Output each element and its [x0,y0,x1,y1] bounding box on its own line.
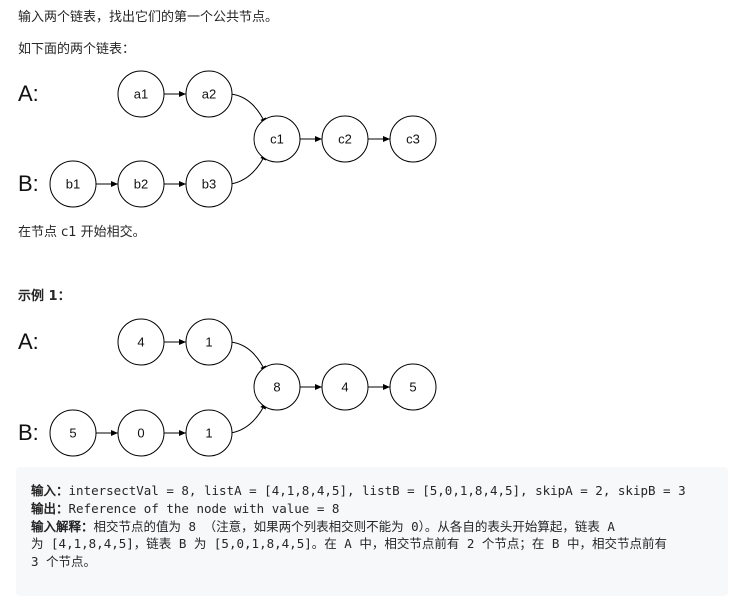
node-b-1: 0 [117,409,165,457]
as-below-text: 如下面的两个链表： [18,42,136,57]
node-label: c2 [338,132,352,147]
input-line: 输入：intersectVal = 8, listA = [4,1,8,4,5]… [31,482,714,500]
node-label: 5 [409,380,416,395]
edge-a2-c1 [230,93,267,126]
edge-a1-shared [230,341,267,374]
node-b3: b3 [185,160,233,208]
node-a-0: 4 [117,318,165,366]
node-a1: a1 [117,70,165,118]
linked-list-diagram-1: A: B: a1 a2 b1 b2 b3 c1 c2 c3 [18,70,437,208]
explain-text-1: 相交节点的值为 8 （注意，如果两个列表相交则不能为 0）。从各自的表头开始算起… [93,518,615,534]
intersect-note: 在节点 c1 开始相交。 [18,225,146,240]
explain-key: 输入解释： [31,518,94,534]
output-value: Reference of the node with value = 8 [68,500,340,516]
node-b1: b1 [49,160,97,208]
node-label: b3 [202,177,216,192]
node-c3: c3 [389,115,437,163]
node-a2: a2 [185,70,233,118]
list-a-label: A: [18,329,39,354]
node-label: b2 [134,177,148,192]
explain-line-2: 为 [4,1,8,4,5]，链表 B 为 [5,0,1,8,4,5]。在 A 中… [31,535,714,553]
node-shared-1: 4 [321,363,369,411]
example-code-block: 输入：intersectVal = 8, listA = [4,1,8,4,5]… [16,467,728,596]
node-label: 1 [205,335,212,350]
output-key: 输出： [31,500,69,516]
node-label: c3 [406,132,420,147]
node-b-0: 5 [49,409,97,457]
explain-text-2: 为 [4,1,8,4,5]，链表 B 为 [5,0,1,8,4,5]。在 A 中… [31,536,667,552]
node-c2: c2 [321,115,369,163]
list-b-label: B: [18,171,39,196]
explain-line-3: 3 个节点。 [31,553,714,571]
input-value: intersectVal = 8, listA = [4,1,8,4,5], l… [68,483,686,498]
node-b2: b2 [117,160,165,208]
node-label: a1 [134,87,148,102]
node-b-2: 1 [185,409,233,457]
node-label: 0 [137,426,144,441]
node-label: 1 [205,426,212,441]
node-label: 8 [273,380,280,395]
edge-b3-c1 [230,152,267,185]
node-label: b1 [66,177,80,192]
node-label: a2 [202,87,216,102]
node-label: c1 [270,132,284,147]
list-a-label: A: [18,81,39,106]
explain-line-1: 输入解释：相交节点的值为 8 （注意，如果两个列表相交则不能为 0）。从各自的表… [31,518,714,536]
node-label: 4 [137,335,144,350]
node-c1: c1 [253,115,301,163]
example-title: 示例 1： [18,289,71,304]
input-key: 输入： [31,483,69,498]
node-label: 4 [341,380,348,395]
node-shared-0: 8 [253,363,301,411]
linked-list-diagram-2: A: B: 4 1 5 0 1 8 4 5 [18,318,437,457]
node-a-1: 1 [185,318,233,366]
intro-text: 输入两个链表，找出它们的第一个公共节点。 [18,10,279,25]
output-line: 输出：Reference of the node with value = 8 [31,500,714,518]
explain-text-3: 3 个节点。 [31,554,97,570]
node-label: 5 [69,426,76,441]
list-b-label: B: [18,420,39,445]
edge-b2-shared [230,401,267,434]
node-shared-2: 5 [389,363,437,411]
